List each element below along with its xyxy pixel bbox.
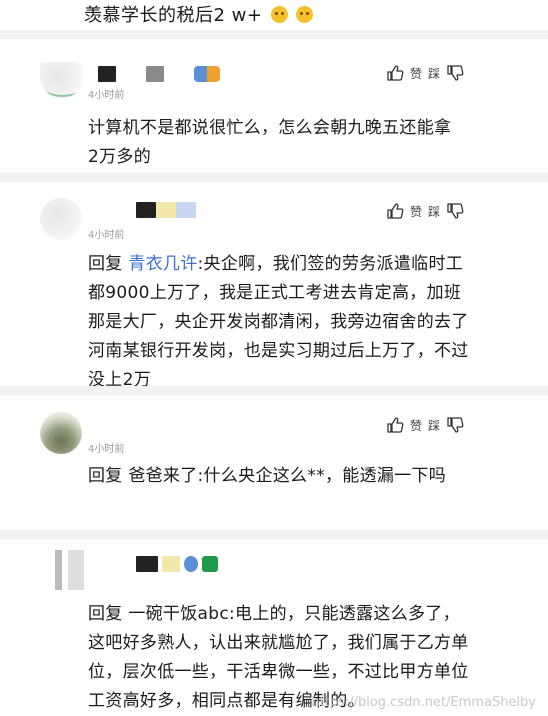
name-block: [162, 556, 180, 572]
verified-badge-icon: [184, 556, 198, 572]
comment-time: 4小时前: [88, 230, 125, 241]
name-block: [136, 556, 158, 572]
thumbs-down-icon[interactable]: [446, 202, 464, 220]
separator: [0, 530, 548, 539]
reply-prefix: 回复: [88, 466, 123, 486]
like-label[interactable]: 赞: [410, 65, 422, 82]
comment-actions: 赞踩: [386, 202, 464, 220]
name-block: [98, 66, 116, 82]
avatar[interactable]: [40, 198, 82, 240]
previous-comment-text: 羡慕学长的税后2 w+: [84, 1, 313, 27]
avatar[interactable]: [40, 550, 84, 590]
separator: [0, 173, 548, 182]
separator: [0, 386, 548, 395]
reply-prefix: 回复: [88, 254, 123, 274]
reply-username-link[interactable]: 青衣几许: [128, 254, 197, 274]
name-block: [156, 202, 176, 218]
name-block: [136, 202, 156, 218]
comment-time: 4小时前: [88, 444, 125, 455]
comment-text: 计算机不是都说很忙么，怎么会朝九晚五还能拿 2万多的: [88, 118, 452, 167]
reply-username-link[interactable]: 爸爸来了: [128, 466, 197, 486]
comment-text: 回复 爸爸来了:什么央企这么**，能透漏一下吗: [88, 462, 460, 491]
zodiac-badge-icon: [202, 556, 218, 572]
name-block: [146, 66, 164, 82]
dislike-label[interactable]: 踩: [428, 65, 440, 82]
username-obscured[interactable]: [136, 556, 218, 572]
avatar-image: [45, 91, 81, 97]
name-block: [176, 202, 196, 218]
comment-actions: 赞踩: [386, 416, 464, 434]
thumbs-down-icon[interactable]: [446, 416, 464, 434]
comment-time: 4小时前: [88, 90, 125, 101]
separator: [0, 30, 548, 39]
crying-emoji-icon: [295, 6, 313, 23]
thumbs-up-icon[interactable]: [386, 202, 404, 220]
thumbs-up-icon[interactable]: [386, 64, 404, 82]
like-label[interactable]: 赞: [410, 203, 422, 220]
previous-comment-label: 羡慕学长的税后2 w+: [84, 5, 263, 26]
name-block: [170, 66, 188, 82]
avatar[interactable]: [40, 62, 84, 98]
avatar[interactable]: [40, 412, 82, 454]
thumbs-up-icon[interactable]: [386, 416, 404, 434]
comment-actions: 赞踩: [386, 64, 464, 82]
username-obscured[interactable]: [98, 66, 220, 82]
dislike-label[interactable]: 踩: [428, 417, 440, 434]
dislike-label[interactable]: 踩: [428, 203, 440, 220]
watermark: https://blog.csdn.net/EmmaShelby: [311, 695, 536, 710]
reply-username-link[interactable]: 一碗干饭abc: [128, 604, 229, 624]
username-obscured[interactable]: [136, 202, 196, 218]
comment-text: 回复 青衣几许:央企啊，我们签的劳务派遣临时工都9000上万了，我是正式工考进去…: [88, 250, 470, 395]
like-label[interactable]: 赞: [410, 417, 422, 434]
reply-text: :什么央企这么**，能透漏一下吗: [197, 466, 447, 486]
thumbs-down-icon[interactable]: [446, 64, 464, 82]
name-block: [122, 66, 140, 82]
level-badge-icon: [194, 66, 220, 82]
crying-emoji-icon: [270, 6, 288, 23]
reply-prefix: 回复: [88, 604, 123, 624]
reply-text: :央企啊，我们签的劳务派遣临时工都9000上万了，我是正式工考进去肯定高，加班那…: [88, 254, 469, 390]
